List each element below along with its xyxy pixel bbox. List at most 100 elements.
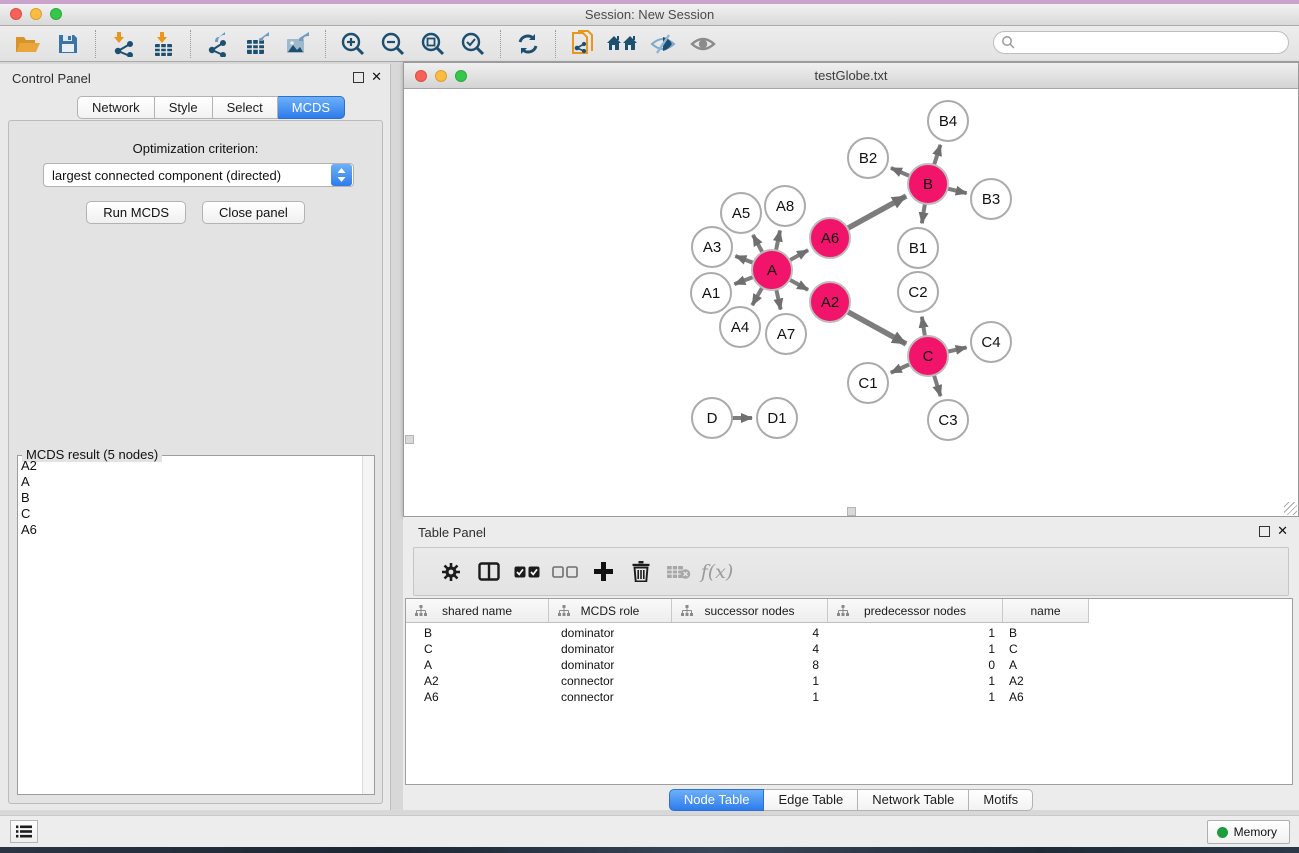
toolbar-separator	[95, 30, 96, 58]
network-canvas[interactable]: A A1 A2 A3 A4 A5 A6 A7 A8 B B1 B2 B3 B4 C C1 C2 C3C4 D D1	[404, 89, 1298, 516]
node-B2[interactable]: B2	[848, 138, 888, 178]
export-table-button[interactable]	[238, 29, 278, 59]
plus-icon	[594, 562, 613, 581]
new-network-from-selection-icon	[570, 30, 596, 58]
houses-button[interactable]	[603, 29, 643, 59]
delete-column-button[interactable]	[622, 555, 660, 589]
node-D[interactable]: D	[692, 398, 732, 438]
node-C[interactable]: C	[908, 336, 948, 376]
bottom-scroll-handle[interactable]	[847, 507, 856, 516]
tab-mcds[interactable]: MCDS	[278, 96, 345, 119]
select-all-rows-button[interactable]	[508, 555, 546, 589]
zoom-out-button[interactable]	[373, 29, 413, 59]
tab-edge-table[interactable]: Edge Table	[764, 789, 858, 811]
close-panel-button[interactable]: Close panel	[202, 201, 305, 224]
mcds-result-list[interactable]: A2ABCA6	[18, 458, 362, 794]
session-title: Session: New Session	[0, 7, 1299, 22]
node-B[interactable]: B	[908, 164, 948, 204]
node-A2[interactable]: A2	[810, 282, 850, 322]
node-A8[interactable]: A8	[765, 186, 805, 226]
resize-grip[interactable]	[1284, 502, 1297, 515]
new-network-from-selection-button[interactable]	[563, 29, 603, 59]
column-header-predecessor-nodes[interactable]: predecessor nodes	[828, 599, 1003, 623]
table-cell: 1	[828, 625, 1003, 641]
column-header-name[interactable]: name	[1003, 599, 1089, 623]
node-A3[interactable]: A3	[692, 227, 732, 267]
node-A7[interactable]: A7	[766, 314, 806, 354]
show-all-button[interactable]	[683, 29, 723, 59]
criterion-dropdown[interactable]: largest connected component (directed)	[43, 163, 354, 187]
result-item[interactable]: A2	[21, 458, 362, 474]
node-C2[interactable]: C2	[898, 272, 938, 312]
show-columns-button[interactable]	[470, 555, 508, 589]
export-network-button[interactable]	[198, 29, 238, 59]
node-A5[interactable]: A5	[721, 193, 761, 233]
search-input[interactable]	[1016, 36, 1288, 50]
table-cell: A6	[1003, 689, 1089, 705]
result-item[interactable]: A	[21, 474, 362, 490]
network-window-titlebar[interactable]: testGlobe.txt	[404, 63, 1298, 89]
tab-motifs[interactable]: Motifs	[969, 789, 1033, 811]
desktop-background-strip	[0, 847, 1299, 853]
left-scroll-handle[interactable]	[405, 435, 414, 444]
import-network-button[interactable]	[103, 29, 143, 59]
task-history-button[interactable]	[10, 820, 38, 843]
refresh-icon	[516, 32, 540, 56]
zoom-in-button[interactable]	[333, 29, 373, 59]
tab-network[interactable]: Network	[77, 96, 155, 119]
node-A[interactable]: A	[752, 250, 792, 290]
table-row[interactable]: Cdominator41C	[406, 641, 1292, 657]
node-B4[interactable]: B4	[928, 101, 968, 141]
node-D1[interactable]: D1	[757, 398, 797, 438]
table-row[interactable]: Bdominator41B	[406, 625, 1292, 641]
table-cell: C	[1003, 641, 1089, 657]
svg-text:B3: B3	[982, 191, 1000, 208]
export-image-button[interactable]	[278, 29, 318, 59]
tab-select[interactable]: Select	[213, 96, 278, 119]
result-scrollbar[interactable]	[362, 456, 374, 794]
float-panel-icon[interactable]	[353, 72, 364, 83]
node-A1[interactable]: A1	[691, 273, 731, 313]
run-mcds-button[interactable]: Run MCDS	[86, 201, 186, 224]
column-header-MCDS-role[interactable]: MCDS role	[549, 599, 672, 623]
result-item[interactable]: B	[21, 490, 362, 506]
column-header-successor-nodes[interactable]: successor nodes	[672, 599, 828, 623]
zoom-selected-button[interactable]	[453, 29, 493, 59]
close-table-panel-icon[interactable]: ✕	[1277, 523, 1288, 539]
table-row[interactable]: A6connector11A6	[406, 689, 1292, 705]
export-table-icon	[245, 31, 272, 57]
table-cell: A2	[1003, 673, 1089, 689]
fit-content-button[interactable]	[413, 29, 453, 59]
table-cell: dominator	[549, 657, 672, 673]
node-C3[interactable]: C3	[928, 400, 968, 440]
node-B1[interactable]: B1	[898, 228, 938, 268]
node-C4[interactable]: C4	[971, 322, 1011, 362]
open-session-button[interactable]	[8, 29, 48, 59]
import-table-button[interactable]	[143, 29, 183, 59]
column-header-shared-name[interactable]: shared name	[406, 599, 549, 623]
close-panel-icon[interactable]: ✕	[371, 69, 382, 85]
create-column-button[interactable]	[584, 555, 622, 589]
criterion-selected-value: largest connected component (directed)	[44, 168, 331, 183]
global-search-field[interactable]	[993, 31, 1289, 54]
hide-selected-button[interactable]	[643, 29, 683, 59]
memory-button[interactable]: Memory	[1207, 820, 1290, 844]
node-B3[interactable]: B3	[971, 179, 1011, 219]
tab-network-table[interactable]: Network Table	[858, 789, 969, 811]
save-session-button[interactable]	[48, 29, 88, 59]
node-table[interactable]: shared nameMCDS rolesuccessor nodesprede…	[405, 598, 1293, 785]
node-A6[interactable]: A6	[810, 218, 850, 258]
node-A4[interactable]: A4	[720, 307, 760, 347]
refresh-button[interactable]	[508, 29, 548, 59]
node-C1[interactable]: C1	[848, 363, 888, 403]
table-row[interactable]: Adominator80A	[406, 657, 1292, 673]
tab-node-table[interactable]: Node Table	[669, 789, 765, 811]
network-window-title: testGlobe.txt	[404, 68, 1298, 83]
result-item[interactable]: A6	[21, 522, 362, 538]
result-item[interactable]: C	[21, 506, 362, 522]
table-settings-button[interactable]	[432, 555, 470, 589]
tab-style[interactable]: Style	[155, 96, 213, 119]
table-row[interactable]: A2connector11A2	[406, 673, 1292, 689]
float-table-panel-icon[interactable]	[1259, 526, 1270, 537]
deselect-all-rows-button[interactable]	[546, 555, 584, 589]
